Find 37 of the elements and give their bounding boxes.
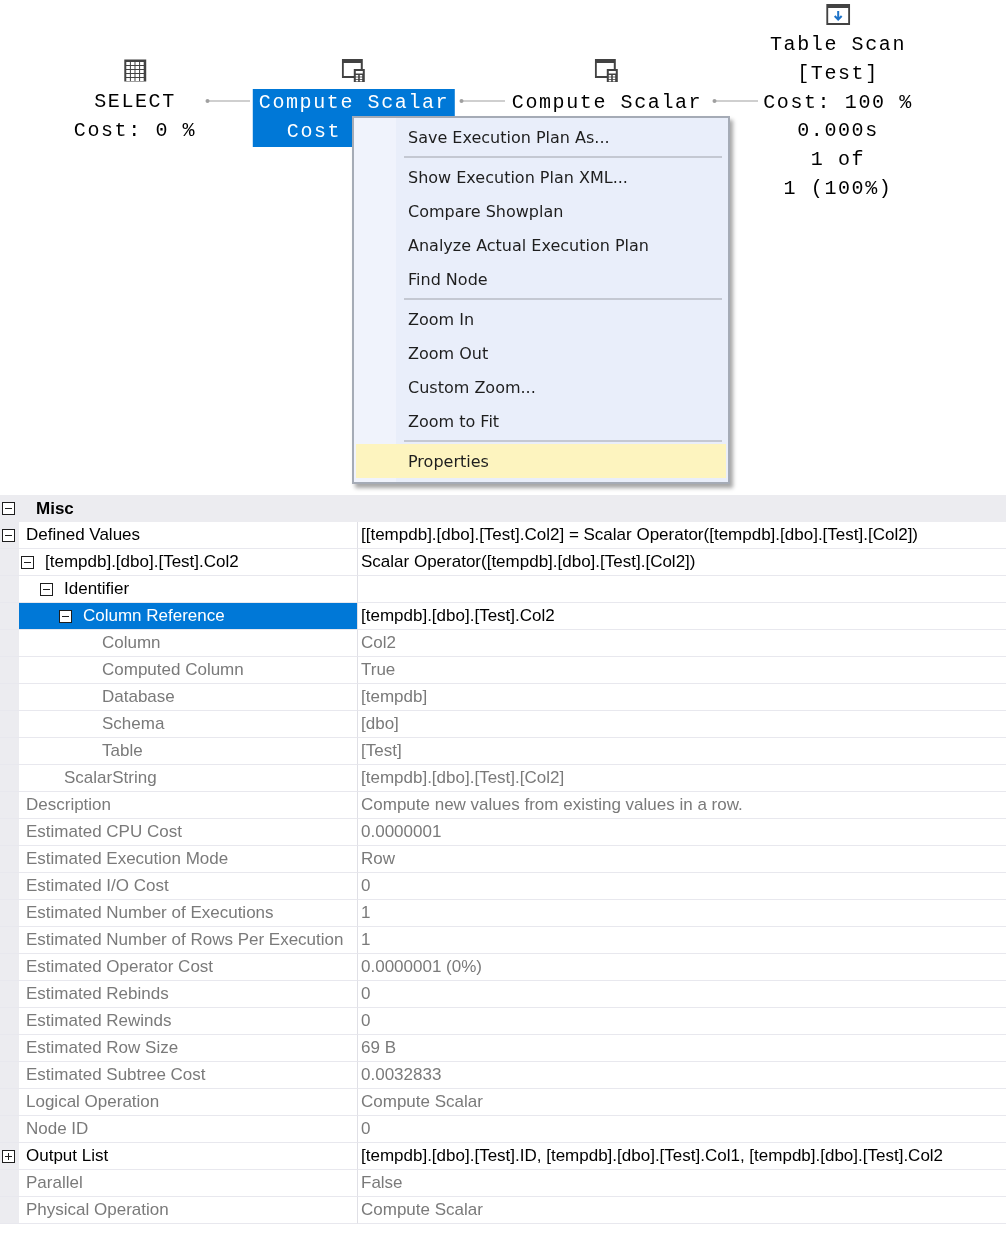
property-value: 0.0032833: [361, 1065, 442, 1085]
property-value: Compute Scalar: [361, 1200, 483, 1220]
property-value: [dbo]: [361, 714, 399, 734]
property-value: Scalar Operator([tempdb].[dbo].[Test].[Col2]): [361, 552, 696, 572]
property-value: [tempdb]: [361, 687, 428, 707]
node-text: Table Scan: [770, 32, 906, 58]
node-text: [Test]: [797, 60, 879, 87]
category-name: Misc: [36, 498, 74, 519]
node-text: Compute Scalar: [258, 90, 450, 116]
property-value: 0.0000001 (0%): [361, 957, 482, 977]
property-value: Compute new values from existing values in a row.: [361, 795, 743, 815]
property-value: 1: [361, 930, 371, 950]
property-value: [tempdb].[dbo].[Test].Col2: [361, 606, 555, 626]
node-text: 1 (100%): [783, 176, 893, 202]
property-value: [Test]: [361, 741, 402, 761]
node-text: Cost: 100 %: [763, 89, 913, 116]
property-value: [tempdb].[dbo].[Test].[Col2]: [361, 768, 565, 788]
property-value: False: [361, 1173, 403, 1193]
property-value: 1: [361, 903, 371, 923]
property-value: 69 B: [361, 1038, 396, 1058]
property-value: 0: [361, 1119, 371, 1139]
node-text: 1 of: [810, 147, 866, 174]
property-value: [[tempdb].[dbo].[Test].Col2] = Scalar Operator([tempdb].[dbo].[Test].[Col2]): [361, 525, 918, 545]
property-value: [tempdb].[dbo].[Test].ID, [tempdb].[dbo].[Test].Col1, [tempdb].[dbo].[Test].Col2: [361, 1146, 944, 1166]
node-text: Cost: 0 %: [73, 117, 197, 144]
property-value: 0: [361, 876, 371, 896]
node-text: Compute Scalar: [511, 90, 703, 116]
property-value: True: [361, 660, 396, 680]
node-text: 0.000s: [797, 118, 879, 145]
property-value: Compute Scalar: [361, 1092, 483, 1112]
property-value: Col2: [361, 633, 396, 653]
node-text: SELECT: [94, 89, 176, 115]
property-value: 0: [361, 984, 371, 1004]
property-value: 0.0000001: [361, 822, 442, 842]
node-text: Cost: [286, 118, 342, 145]
property-value: Row: [361, 849, 395, 869]
property-value: 0: [361, 1011, 371, 1031]
